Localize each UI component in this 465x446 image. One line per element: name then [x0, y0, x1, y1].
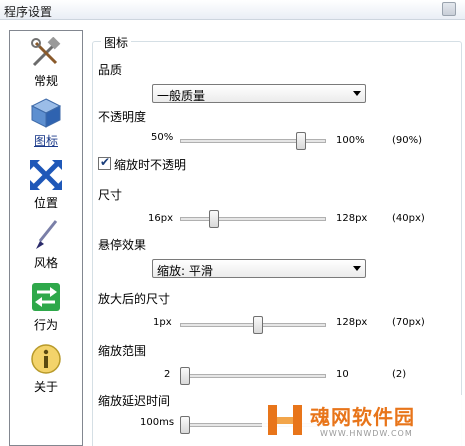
sidebar-item-label: 风格	[33, 256, 58, 270]
hover-effect-dropdown[interactable]: 缩放: 平滑	[152, 259, 366, 278]
title-bar: 程序设置	[0, 0, 465, 20]
swap-arrows-icon	[32, 283, 60, 311]
move-arrows-icon	[30, 160, 62, 190]
sidebar-item-label: 图标	[33, 134, 58, 148]
tools-icon	[31, 37, 61, 67]
opacity-max: 100%	[336, 135, 365, 146]
watermark-text: 魂网软件园	[310, 405, 415, 429]
zoomed-size-slider-thumb[interactable]	[253, 316, 264, 334]
sidebar-item-icons[interactable]: 图标	[10, 97, 82, 157]
info-icon	[31, 344, 61, 374]
zoom-range-value: (2)	[392, 369, 407, 380]
package-icon	[30, 98, 62, 128]
size-max: 128px	[336, 213, 368, 224]
quality-dropdown-value: 一般质量	[157, 89, 206, 103]
sidebar-item-about[interactable]: 关于	[10, 343, 82, 403]
size-slider-thumb[interactable]	[208, 210, 219, 228]
zoomed-size-min: 1px	[153, 317, 172, 328]
sidebar-item-label: 位置	[33, 196, 58, 210]
sidebar-item-behavior[interactable]: 行为	[10, 281, 82, 341]
size-min: 16px	[148, 213, 173, 224]
zoom-range-label: 缩放范围	[98, 344, 147, 358]
sidebar-item-position[interactable]: 位置	[10, 159, 82, 219]
zoom-range-max: 10	[336, 369, 349, 380]
sidebar-item-general[interactable]: 常规	[10, 37, 82, 97]
chevron-down-icon	[353, 91, 361, 96]
opacity-slider-thumb[interactable]	[295, 132, 306, 150]
close-button[interactable]	[442, 2, 456, 16]
zoom-delay-min: 100ms	[140, 417, 175, 428]
opacity-value: (90%)	[392, 135, 423, 146]
sidebar-item-label: 行为	[33, 318, 58, 332]
opacity-label: 不透明度	[98, 110, 147, 124]
opaque-on-zoom-label: 缩放时不透明	[114, 158, 187, 172]
opaque-on-zoom-checkbox[interactable]: ✔	[98, 155, 111, 170]
window-title: 程序设置	[4, 5, 53, 19]
size-slider-track[interactable]	[180, 217, 326, 221]
sidebar-item-style[interactable]: 风格	[10, 219, 82, 279]
size-label: 尺寸	[98, 188, 123, 202]
size-value: (40px)	[392, 213, 425, 224]
sidebar-item-label: 关于	[33, 380, 58, 394]
zoom-range-slider-thumb[interactable]	[180, 367, 190, 385]
checkmark-icon: ✔	[100, 155, 111, 169]
zoom-delay-slider-thumb[interactable]	[180, 416, 190, 434]
watermark: 魂网软件园 WWW.HNWDW.COM	[262, 395, 465, 446]
hover-effect-label: 悬停效果	[98, 238, 147, 252]
brush-icon	[36, 220, 58, 249]
opacity-min: 50%	[151, 132, 174, 143]
zoom-delay-label: 缩放延迟时间	[98, 394, 171, 408]
chevron-down-icon	[353, 266, 361, 271]
zoomed-size-value: (70px)	[392, 317, 425, 328]
zoom-range-slider-track[interactable]	[180, 374, 326, 378]
zoomed-size-label: 放大后的尺寸	[98, 292, 171, 306]
settings-sidebar: 常规 图标 位置 风格 行为 关于	[9, 30, 83, 446]
groupbox-title: 图标	[101, 34, 132, 51]
quality-label: 品质	[98, 63, 123, 77]
zoomed-size-max: 128px	[336, 317, 368, 328]
sidebar-item-label: 常规	[33, 74, 58, 88]
watermark-url: WWW.HNWDW.COM	[320, 429, 413, 438]
hover-effect-dropdown-value: 缩放: 平滑	[157, 264, 213, 278]
watermark-logo-icon	[268, 405, 302, 435]
zoom-range-min: 2	[164, 369, 171, 380]
quality-dropdown[interactable]: 一般质量	[152, 84, 366, 103]
